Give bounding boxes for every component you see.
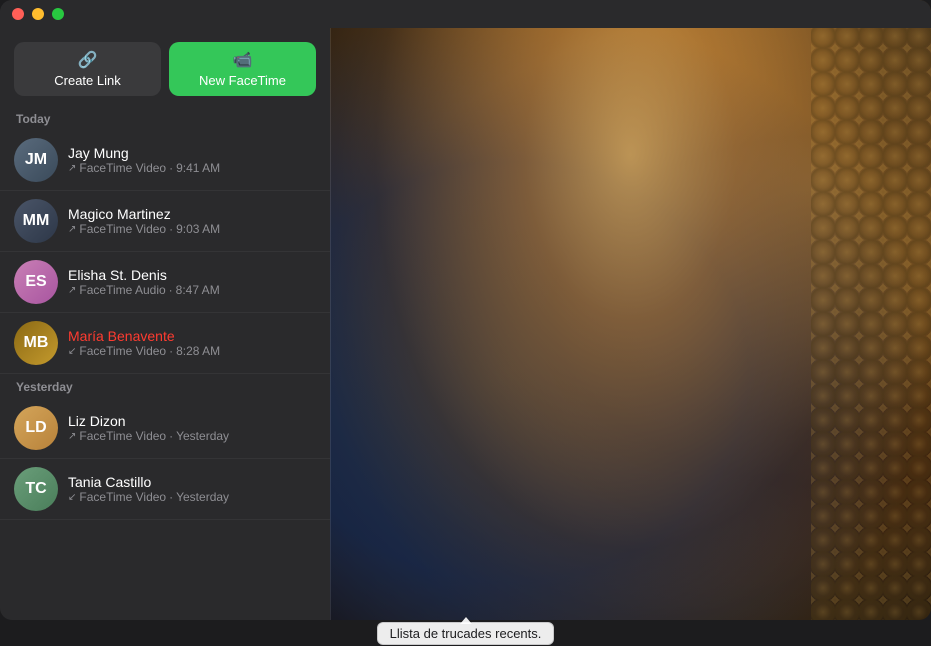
app-window: 🔗 Create Link 📹 New FaceTime Today JM Ja… [0, 0, 931, 620]
sidebar: 🔗 Create Link 📹 New FaceTime Today JM Ja… [0, 0, 330, 620]
main-content [330, 0, 931, 620]
tooltip-container: Llista de trucades recents. [0, 620, 931, 646]
call-details-jay-mung: ↗ FaceTime Video · 9:41 AM [68, 161, 316, 175]
call-info-liz-dizon: Liz Dizon ↗ FaceTime Video · Yesterday [68, 413, 316, 443]
tooltip-text: Llista de trucades recents. [390, 626, 542, 641]
avatar-maria-benavente: MB [14, 321, 58, 365]
close-button[interactable] [12, 8, 24, 20]
call-item-tania-castillo[interactable]: TC Tania Castillo ↙ FaceTime Video · Yes… [0, 459, 330, 520]
call-details-maria-benavente: ↙ FaceTime Video · 8:28 AM [68, 344, 316, 358]
call-item-magico-martinez[interactable]: MM Magico Martinez ↗ FaceTime Video · 9:… [0, 191, 330, 252]
call-info-maria-benavente: María Benavente ↙ FaceTime Video · 8:28 … [68, 328, 316, 358]
call-info-elisha-st-denis: Elisha St. Denis ↗ FaceTime Audio · 8:47… [68, 267, 316, 297]
call-details-liz-dizon: ↗ FaceTime Video · Yesterday [68, 429, 316, 443]
call-info-magico-martinez: Magico Martinez ↗ FaceTime Video · 9:03 … [68, 206, 316, 236]
call-name-jay-mung: Jay Mung [68, 145, 316, 161]
avatar-elisha-st-denis: ES [14, 260, 58, 304]
outgoing-arrow-icon: ↗ [68, 163, 76, 174]
window-titlebar [0, 0, 931, 28]
call-name-tania-castillo: Tania Castillo [68, 474, 316, 490]
tooltip-box: Llista de trucades recents. [377, 622, 555, 645]
create-link-button[interactable]: 🔗 Create Link [14, 42, 161, 96]
call-item-elisha-st-denis[interactable]: ES Elisha St. Denis ↗ FaceTime Audio · 8… [0, 252, 330, 313]
incoming-arrow-icon: ↙ [68, 492, 76, 503]
outgoing-arrow-icon: ↗ [68, 431, 76, 442]
call-info-tania-castillo: Tania Castillo ↙ FaceTime Video · Yester… [68, 474, 316, 504]
avatar-tania-castillo: TC [14, 467, 58, 511]
call-name-magico-martinez: Magico Martinez [68, 206, 316, 222]
avatar-magico-martinez: MM [14, 199, 58, 243]
call-details-magico-martinez: ↗ FaceTime Video · 9:03 AM [68, 222, 316, 236]
video-icon: 📹 [233, 50, 253, 70]
new-facetime-button[interactable]: 📹 New FaceTime [169, 42, 316, 96]
bottle-cap-texture [811, 0, 931, 620]
link-icon: 🔗 [78, 50, 98, 70]
call-item-jay-mung[interactable]: JM Jay Mung ↗ FaceTime Video · 9:41 AM [0, 130, 330, 191]
minimize-button[interactable] [32, 8, 44, 20]
avatar-jay-mung: JM [14, 138, 58, 182]
outgoing-arrow-icon: ↗ [68, 224, 76, 235]
call-name-liz-dizon: Liz Dizon [68, 413, 316, 429]
avatar-liz-dizon: LD [14, 406, 58, 450]
call-info-jay-mung: Jay Mung ↗ FaceTime Video · 9:41 AM [68, 145, 316, 175]
call-details-elisha-st-denis: ↗ FaceTime Audio · 8:47 AM [68, 283, 316, 297]
incoming-arrow-icon: ↙ [68, 346, 76, 357]
call-list: Today JM Jay Mung ↗ FaceTime Video · 9:4… [0, 106, 330, 620]
sidebar-header: 🔗 Create Link 📹 New FaceTime [0, 28, 330, 106]
new-facetime-label: New FaceTime [199, 73, 286, 88]
call-item-liz-dizon[interactable]: LD Liz Dizon ↗ FaceTime Video · Yesterda… [0, 398, 330, 459]
section-yesterday-header: Yesterday [0, 374, 330, 398]
call-details-tania-castillo: ↙ FaceTime Video · Yesterday [68, 490, 316, 504]
call-name-elisha-st-denis: Elisha St. Denis [68, 267, 316, 283]
call-name-maria-benavente: María Benavente [68, 328, 316, 344]
outgoing-arrow-icon: ↗ [68, 285, 76, 296]
photo-background [330, 0, 931, 620]
create-link-label: Create Link [54, 73, 120, 88]
section-today-header: Today [0, 106, 330, 130]
maximize-button[interactable] [52, 8, 64, 20]
call-item-maria-benavente[interactable]: MB María Benavente ↙ FaceTime Video · 8:… [0, 313, 330, 374]
sidebar-border [330, 0, 331, 620]
